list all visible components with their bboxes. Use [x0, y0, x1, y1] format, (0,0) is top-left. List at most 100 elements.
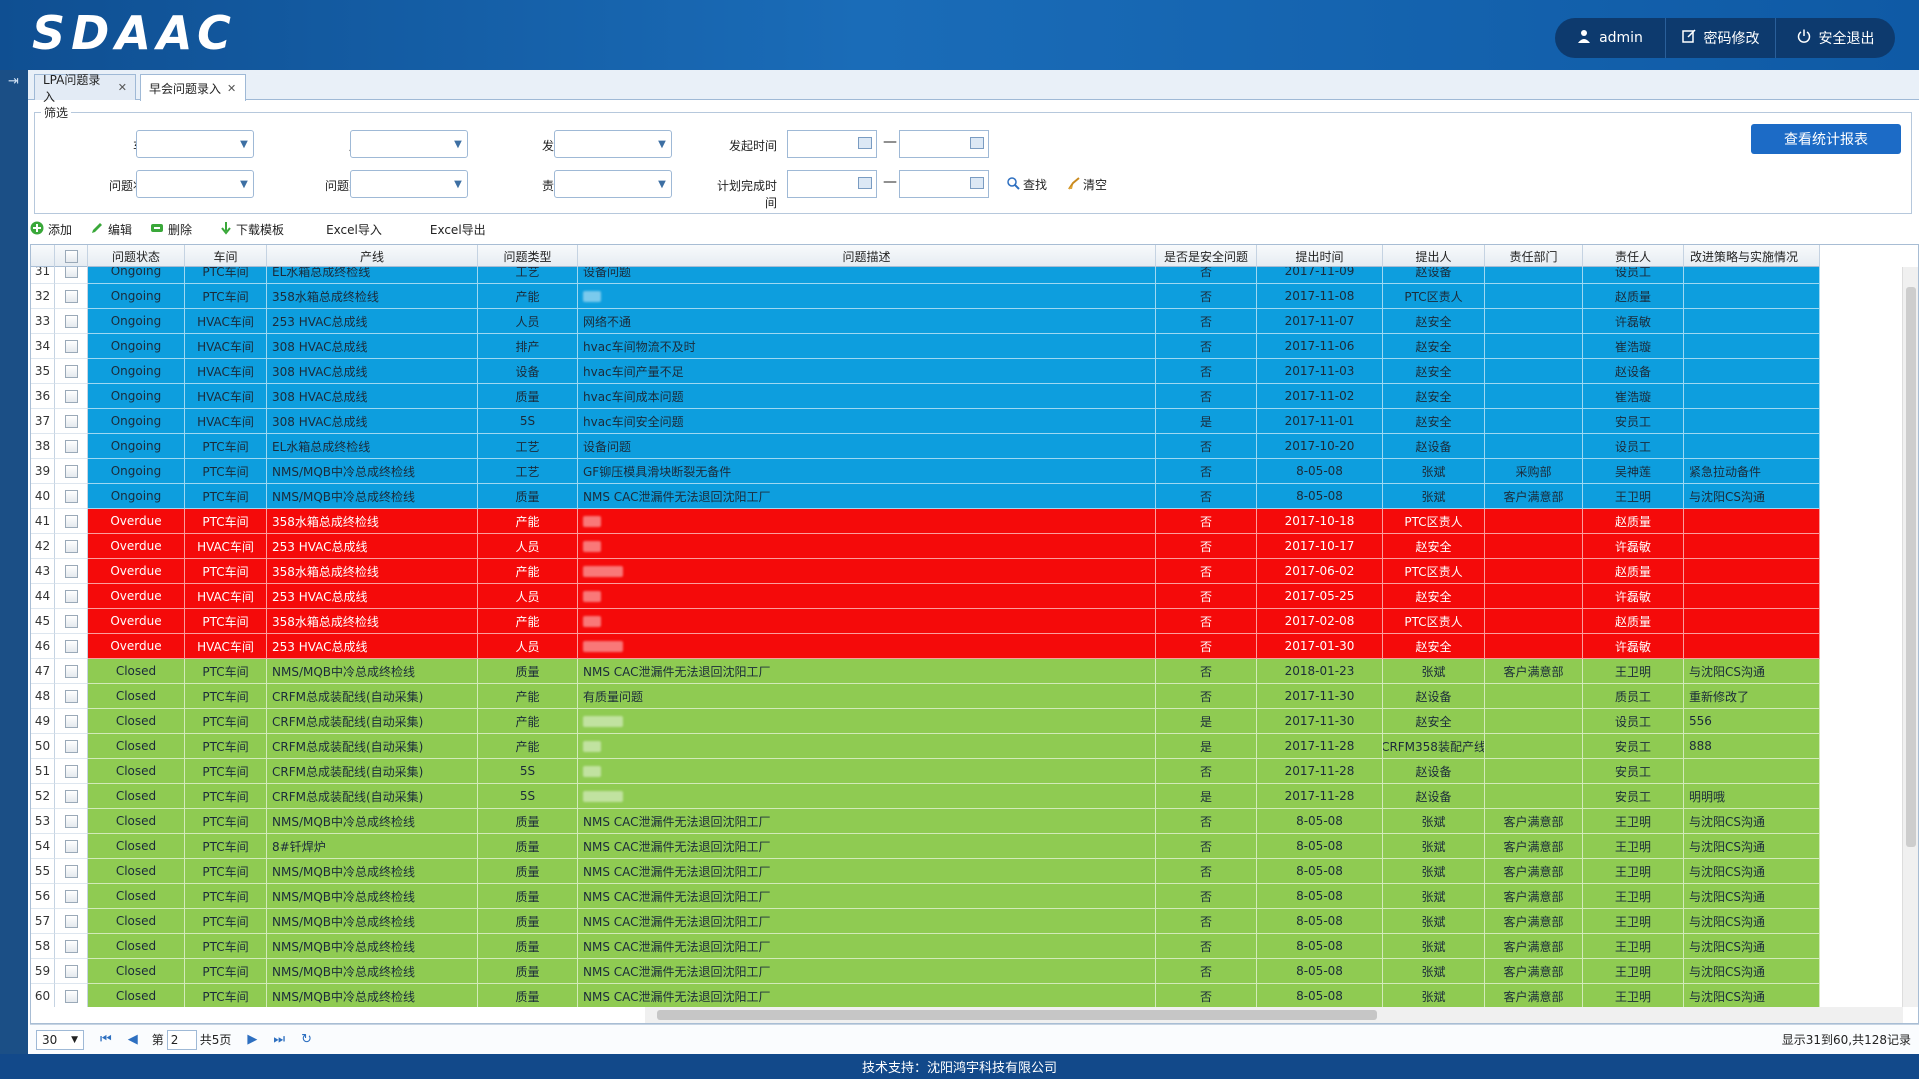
row-checkbox[interactable]: [55, 959, 88, 984]
horizontal-scrollbar[interactable]: [645, 1007, 1903, 1023]
initiator-select[interactable]: ▼: [554, 130, 672, 158]
col-safety-header[interactable]: 是否是安全问题: [1156, 245, 1257, 267]
table-row[interactable]: 34 Ongoing HVAC车间 308 HVAC总成线 排产 hvac车间物流不及时否…: [31, 334, 1820, 359]
row-checkbox[interactable]: [55, 559, 88, 584]
col-dept-header[interactable]: 责任部门: [1485, 245, 1583, 267]
row-checkbox[interactable]: [55, 684, 88, 709]
row-checkbox[interactable]: [55, 734, 88, 759]
row-checkbox[interactable]: [55, 384, 88, 409]
row-checkbox[interactable]: [55, 709, 88, 734]
user-account-button[interactable]: admin: [1555, 18, 1665, 58]
row-checkbox[interactable]: [55, 459, 88, 484]
row-checkbox[interactable]: [55, 934, 88, 959]
last-page-icon[interactable]: ⏭: [273, 1032, 285, 1047]
table-row[interactable]: 54 Closed PTC车间 8#钎焊炉 质量 NMS CAC泄漏件无法退回沈阳工厂否 8…: [31, 834, 1820, 859]
calendar-icon[interactable]: [970, 177, 984, 189]
row-checkbox[interactable]: [55, 267, 88, 284]
col-desc-header[interactable]: 问题描述: [578, 245, 1156, 267]
table-row[interactable]: 43 Overdue PTC车间 358水箱总成终检线 产能 否 2017-06-02 PTC…: [31, 559, 1820, 584]
select-all-checkbox[interactable]: [55, 245, 88, 267]
col-improvement-header[interactable]: 改进策略与实施情况: [1684, 245, 1820, 267]
row-checkbox[interactable]: [55, 584, 88, 609]
scroll-thumb[interactable]: [657, 1010, 1377, 1020]
delete-button[interactable]: 删除: [150, 221, 192, 238]
row-checkbox[interactable]: [55, 309, 88, 334]
table-row[interactable]: 50 Closed PTC车间 CRFM总成装配线(自动采集) 产能 是 2017-11-2…: [31, 734, 1820, 759]
change-password-button[interactable]: 密码修改: [1665, 18, 1775, 58]
table-row[interactable]: 44 Overdue HVAC车间 253 HVAC总成线 人员 否 2017-05-25 赵…: [31, 584, 1820, 609]
table-row[interactable]: 45 Overdue PTC车间 358水箱总成终检线 产能 否 2017-02-08 PTC…: [31, 609, 1820, 634]
add-button[interactable]: 添加: [30, 221, 72, 238]
calendar-icon[interactable]: [858, 137, 872, 149]
row-checkbox[interactable]: [55, 434, 88, 459]
plan-time-from-input[interactable]: [787, 170, 877, 198]
table-row[interactable]: 60 Closed PTC车间 NMS/MQB中冷总成终检线 质量 NMS CAC泄漏件无…: [31, 984, 1820, 1007]
col-workshop-header[interactable]: 车间: [185, 245, 267, 267]
table-row[interactable]: 42 Overdue HVAC车间 253 HVAC总成线 人员 否 2017-10-17 赵…: [31, 534, 1820, 559]
col-proposer-header[interactable]: 提出人: [1383, 245, 1485, 267]
row-checkbox[interactable]: [55, 859, 88, 884]
excel-export-button[interactable]: Excel导出: [430, 221, 486, 238]
row-checkbox[interactable]: [55, 409, 88, 434]
view-report-button[interactable]: 查看统计报表: [1751, 124, 1901, 154]
download-template-button[interactable]: 下载模板: [220, 221, 284, 238]
row-checkbox[interactable]: [55, 659, 88, 684]
table-row[interactable]: 33 Ongoing HVAC车间 253 HVAC总成线 人员 网络不通否 2017-11…: [31, 309, 1820, 334]
table-row[interactable]: 46 Overdue HVAC车间 253 HVAC总成线 人员 否 2017-01-30 赵…: [31, 634, 1820, 659]
logout-button[interactable]: 安全退出: [1775, 18, 1895, 58]
refresh-icon[interactable]: ↻: [301, 1032, 312, 1047]
row-checkbox[interactable]: [55, 634, 88, 659]
row-checkbox[interactable]: [55, 759, 88, 784]
col-date-header[interactable]: 提出时间: [1257, 245, 1383, 267]
row-checkbox[interactable]: [55, 784, 88, 809]
page-number-input[interactable]: 2: [166, 1029, 197, 1050]
col-status-header[interactable]: 问题状态: [88, 245, 185, 267]
table-row[interactable]: 39 Ongoing PTC车间 NMS/MQB中冷总成终检线 工艺 GF铆压模具滑块断裂…: [31, 459, 1820, 484]
table-row[interactable]: 51 Closed PTC车间 CRFM总成装配线(自动采集) 5S 否 2017-11-2…: [31, 759, 1820, 784]
type-select[interactable]: ▼: [350, 170, 468, 198]
table-row[interactable]: 41 Overdue PTC车间 358水箱总成终检线 产能 否 2017-10-18 PTC…: [31, 509, 1820, 534]
col-type-header[interactable]: 问题类型: [478, 245, 578, 267]
calendar-icon[interactable]: [858, 177, 872, 189]
close-icon[interactable]: ✕: [118, 81, 127, 94]
line-select[interactable]: ▼: [350, 130, 468, 158]
col-owner-header[interactable]: 责任人: [1583, 245, 1684, 267]
row-checkbox[interactable]: [55, 334, 88, 359]
next-page-icon[interactable]: ▶: [247, 1032, 257, 1047]
table-row[interactable]: 56 Closed PTC车间 NMS/MQB中冷总成终检线 质量 NMS CAC泄漏件无…: [31, 884, 1820, 909]
owner-select[interactable]: ▼: [554, 170, 672, 198]
vertical-scrollbar[interactable]: [1902, 267, 1918, 1007]
row-checkbox[interactable]: [55, 884, 88, 909]
table-row[interactable]: 59 Closed PTC车间 NMS/MQB中冷总成终检线 质量 NMS CAC泄漏件无…: [31, 959, 1820, 984]
start-time-from-input[interactable]: [787, 130, 877, 158]
table-row[interactable]: 37 Ongoing HVAC车间 308 HVAC总成线 5S hvac车间安全问题是 2…: [31, 409, 1820, 434]
table-row[interactable]: 53 Closed PTC车间 NMS/MQB中冷总成终检线 质量 NMS CAC泄漏件无…: [31, 809, 1820, 834]
table-row[interactable]: 58 Closed PTC车间 NMS/MQB中冷总成终检线 质量 NMS CAC泄漏件无…: [31, 934, 1820, 959]
row-checkbox[interactable]: [55, 809, 88, 834]
scroll-thumb[interactable]: [1906, 287, 1916, 847]
start-time-to-input[interactable]: [899, 130, 989, 158]
table-row[interactable]: 38 Ongoing PTC车间 EL水箱总成终检线 工艺 设备问题否 2017-10-20…: [31, 434, 1820, 459]
page-size-select[interactable]: 30 ▼: [36, 1029, 84, 1050]
row-checkbox[interactable]: [55, 834, 88, 859]
col-line-header[interactable]: 产线: [267, 245, 478, 267]
first-page-icon[interactable]: ⏮: [100, 1032, 112, 1047]
row-checkbox[interactable]: [55, 509, 88, 534]
row-checkbox[interactable]: [55, 909, 88, 934]
row-checkbox[interactable]: [55, 984, 88, 1007]
table-row[interactable]: 47 Closed PTC车间 NMS/MQB中冷总成终检线 质量 NMS CAC泄漏件无…: [31, 659, 1820, 684]
table-row[interactable]: 36 Ongoing HVAC车间 308 HVAC总成线 质量 hvac车间成本问题否 2…: [31, 384, 1820, 409]
plan-time-to-input[interactable]: [899, 170, 989, 198]
row-checkbox[interactable]: [55, 534, 88, 559]
row-checkbox[interactable]: [55, 609, 88, 634]
row-checkbox[interactable]: [55, 359, 88, 384]
prev-page-icon[interactable]: ◀: [128, 1032, 138, 1047]
table-row[interactable]: 48 Closed PTC车间 CRFM总成装配线(自动采集) 产能 有质量问题否 2017…: [31, 684, 1820, 709]
table-row[interactable]: 49 Closed PTC车间 CRFM总成装配线(自动采集) 产能 是 2017-11-3…: [31, 709, 1820, 734]
table-row[interactable]: 32 Ongoing PTC车间 358水箱总成终检线 产能 否 2017-11-08 PTC…: [31, 284, 1820, 309]
table-row[interactable]: 40 Ongoing PTC车间 NMS/MQB中冷总成终检线 质量 NMS CAC泄漏件…: [31, 484, 1820, 509]
table-row[interactable]: 35 Ongoing HVAC车间 308 HVAC总成线 设备 hvac车间产量不足否 2…: [31, 359, 1820, 384]
row-checkbox[interactable]: [55, 484, 88, 509]
status-select[interactable]: ▼: [136, 170, 254, 198]
calendar-icon[interactable]: [970, 137, 984, 149]
